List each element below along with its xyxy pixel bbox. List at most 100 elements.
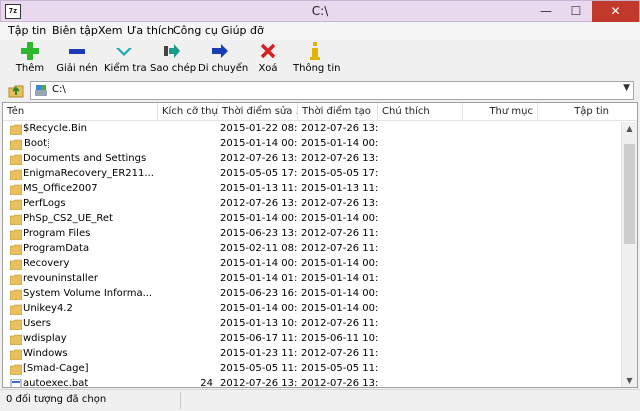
add-label: Thêm [15, 63, 45, 74]
column-modified[interactable]: Thời điểm sửa ... [218, 103, 298, 121]
table-row[interactable]: System Volume Informa... 2015-06-23 16:19… [3, 287, 623, 302]
file-name: Boot [23, 138, 158, 149]
column-name[interactable]: Tên [3, 103, 158, 121]
file-created: 2012-07-26 13:04 [301, 153, 379, 164]
move-label: Di chuyển [198, 63, 249, 74]
file-created: 2015-01-14 00:39 [301, 288, 379, 299]
delete-button[interactable]: Xoá [253, 41, 283, 77]
menu-edit[interactable]: Biên tập [52, 24, 98, 37]
table-row[interactable]: autoexec.bat 24 2012-07-26 13:522012-07-26… [3, 377, 623, 388]
table-row[interactable]: revouninstaller 2015-01-14 01:102015-01-1… [3, 272, 623, 287]
file-modified: 2015-01-13 10:48 [220, 318, 298, 329]
table-row[interactable]: Program Files 2015-06-23 13:222012-07-26 … [3, 227, 623, 242]
scroll-thumb[interactable] [624, 144, 635, 244]
menu-help[interactable]: Giúp đỡ [221, 24, 264, 37]
folder-icon [9, 184, 23, 196]
minimize-button[interactable]: — [531, 1, 561, 22]
close-button[interactable]: ✕ [592, 1, 639, 22]
folder-icon [9, 289, 23, 301]
list-header: Tên Kích cỡ thực Thời điểm sửa ... Thời … [3, 103, 637, 121]
file-modified: 2015-01-14 01:10 [220, 273, 298, 284]
folder-icon [9, 334, 23, 346]
file-created: 2012-07-26 11:43 [301, 348, 379, 359]
table-row[interactable]: wdisplay 2015-06-17 11:092015-06-11 10:59 [3, 332, 623, 347]
table-row[interactable]: Windows 2015-01-23 11:122012-07-26 11:43 [3, 347, 623, 362]
status-bar: 0 đối tượng đã chọn [0, 389, 640, 411]
info-button[interactable]: Thông tin [293, 41, 340, 77]
vertical-scrollbar[interactable]: ▲ ▼ [621, 122, 637, 387]
folder-icon [9, 124, 23, 136]
check-icon [116, 48, 132, 56]
folder-icon [9, 259, 23, 271]
column-files[interactable]: Tập tin [538, 103, 613, 121]
file-list[interactable]: Tên Kích cỡ thực Thời điểm sửa ... Thời … [2, 102, 638, 388]
file-icon [10, 378, 22, 387]
copy-button[interactable]: Sao chép [150, 41, 196, 77]
file-name: wdisplay [23, 333, 67, 344]
table-row[interactable]: EnigmaRecovery_ER211... 2015-05-05 17:002… [3, 167, 623, 182]
folder-icon [9, 214, 23, 226]
extract-button[interactable]: Giải nén [55, 41, 99, 77]
file-name: Windows [23, 348, 68, 359]
scroll-up-icon[interactable]: ▲ [622, 122, 637, 136]
file-created: 2012-07-26 13:53 [301, 123, 379, 134]
folder-icon [9, 349, 23, 361]
folder-icon [9, 169, 23, 181]
path-combobox[interactable]: C:\ ▼ [30, 81, 634, 100]
file-modified: 2015-01-14 00:47 [220, 303, 298, 314]
folder-up-icon[interactable] [8, 83, 24, 99]
info-icon [310, 42, 320, 60]
file-created: 2015-01-14 00:39 [301, 138, 379, 149]
file-modified: 2015-06-23 13:22 [220, 228, 298, 239]
maximize-button[interactable]: ☐ [561, 1, 591, 22]
menu-bar: Tập tin Biên tập Xem Ưa thích Công cụ Gi… [0, 22, 640, 40]
chevron-down-icon[interactable]: ▼ [623, 83, 630, 93]
file-created: 2015-05-05 17:00 [301, 168, 379, 179]
file-name: Recovery [23, 258, 70, 269]
add-button[interactable]: Thêm [10, 41, 50, 77]
table-row[interactable]: PerfLogs 2012-07-26 13:292012-07-26 13:53 [3, 197, 623, 212]
menu-favorites[interactable]: Ưa thích [127, 24, 174, 37]
folder-icon [9, 199, 23, 211]
table-row[interactable]: Recovery 2015-01-14 00:432015-01-14 00:43 [3, 257, 623, 272]
table-row[interactable]: ProgramData 2015-02-11 08:322012-07-26 11… [3, 242, 623, 257]
column-comment[interactable]: Chú thích [378, 103, 463, 121]
file-modified: 2015-05-05 11:09 [220, 363, 298, 374]
column-created[interactable]: Thời điểm tạo [298, 103, 378, 121]
file-modified: 2012-07-26 13:04 [220, 153, 298, 164]
test-label: Kiểm tra [104, 63, 147, 74]
column-folders[interactable]: Thư mục [463, 103, 538, 121]
table-row[interactable]: PhSp_CS2_UE_Ret 2015-01-14 00:512015-01-1… [3, 212, 623, 227]
file-created: 2015-01-13 11:28 [301, 183, 379, 194]
table-row[interactable]: Unikey4.2 2015-01-14 00:472015-01-14 00:4… [3, 302, 623, 317]
test-button[interactable]: Kiểm tra [104, 41, 147, 77]
toolbar: Thêm Giải nén Kiểm tra Sao chép Di chuyể… [0, 40, 640, 78]
file-created: 2012-07-26 11:43 [301, 228, 379, 239]
table-row[interactable]: MS_Office2007 2015-01-13 11:282015-01-13 … [3, 182, 623, 197]
column-size[interactable]: Kích cỡ thực [158, 103, 218, 121]
table-row[interactable]: Documents and Settings 2012-07-26 13:0420… [3, 152, 623, 167]
table-row[interactable]: Boot 2015-01-14 00:392015-01-14 00:39 [3, 137, 623, 152]
scroll-down-icon[interactable]: ▼ [622, 374, 637, 387]
focused-name: Boot [23, 138, 50, 149]
extract-label: Giải nén [56, 63, 98, 74]
file-created: 2015-01-14 00:47 [301, 303, 379, 314]
table-row[interactable]: $Recycle.Bin 2015-01-22 08:052012-07-26 1… [3, 122, 623, 137]
folder-icon [9, 364, 23, 376]
file-created: 2015-06-11 10:59 [301, 333, 379, 344]
folder-icon [9, 304, 23, 316]
file-name: autoexec.bat [23, 378, 89, 388]
file-size: 24 [200, 378, 213, 388]
table-row[interactable]: [Smad-Cage] 2015-05-05 11:092015-05-05 11… [3, 362, 623, 377]
file-modified: 2015-01-22 08:05 [220, 123, 298, 134]
file-created: 2012-07-26 13:52 [301, 378, 379, 388]
menu-view[interactable]: Xem [98, 24, 123, 37]
move-button[interactable]: Di chuyển [198, 41, 249, 77]
menu-tools[interactable]: Công cụ [173, 24, 218, 37]
file-name: PerfLogs [23, 198, 66, 209]
menu-file[interactable]: Tập tin [8, 24, 46, 37]
table-row[interactable]: Users 2015-01-13 10:482012-07-26 11:43 [3, 317, 623, 332]
file-created: 2015-05-05 11:09 [301, 363, 379, 374]
file-created: 2015-01-14 00:43 [301, 258, 379, 269]
file-modified: 2015-01-14 00:51 [220, 213, 298, 224]
